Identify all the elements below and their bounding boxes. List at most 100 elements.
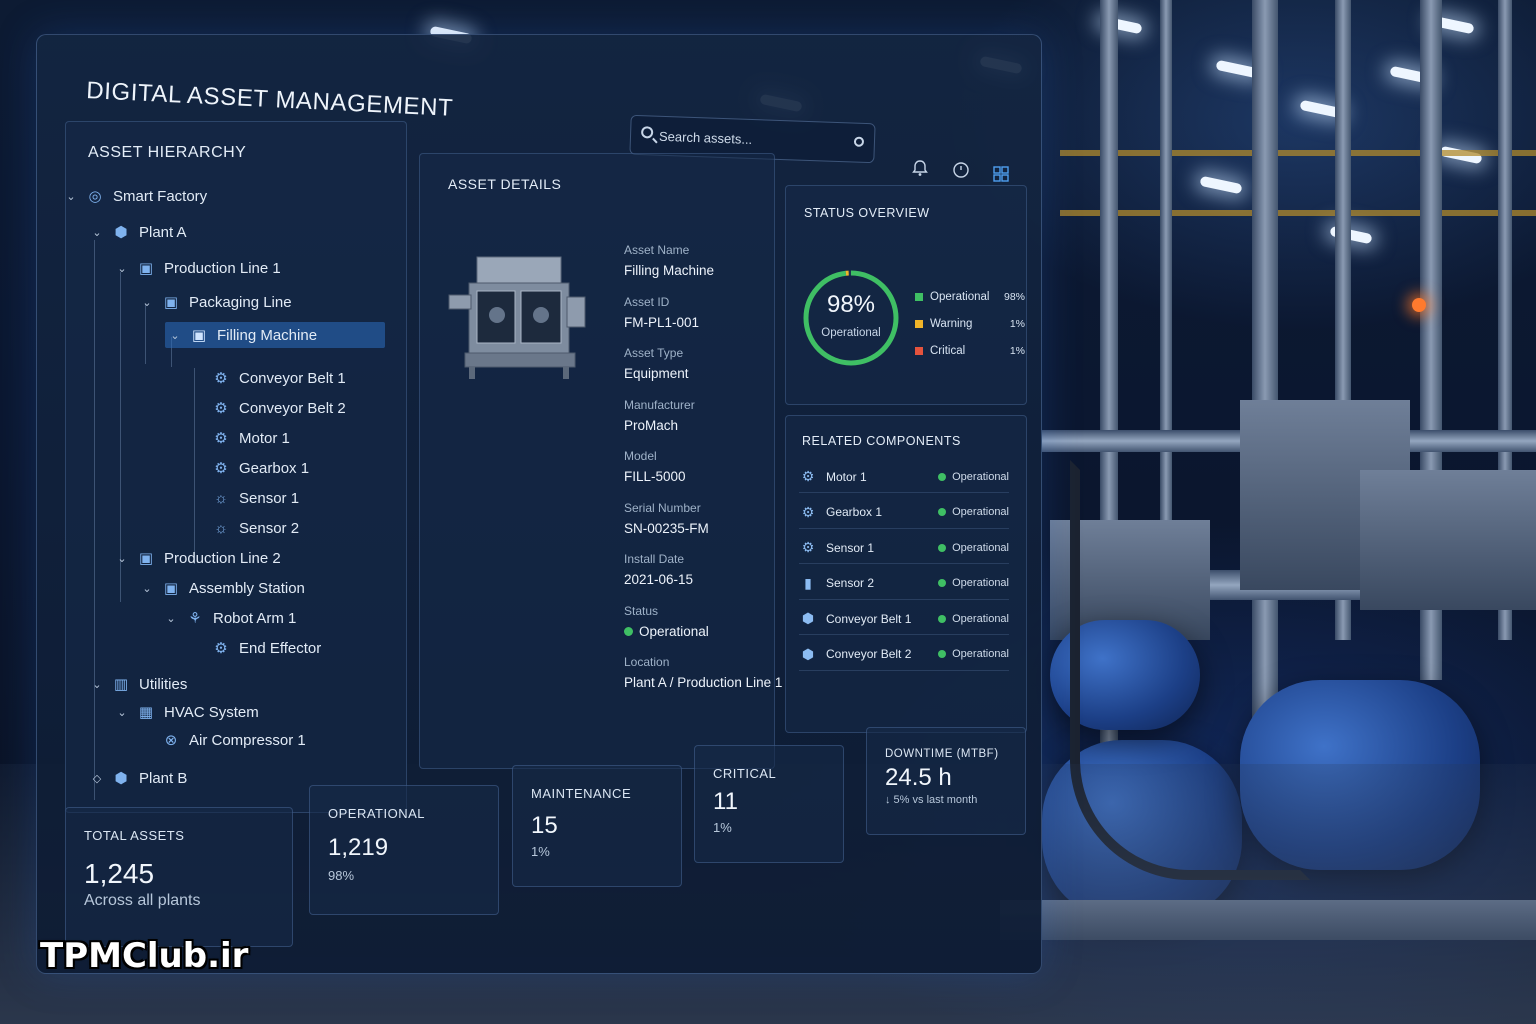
- kpi-label: DOWNTIME (MTBF): [885, 748, 999, 760]
- kpi-subtext: 1%: [713, 820, 732, 835]
- hvac-icon: ▦: [138, 704, 154, 721]
- kpi-card[interactable]: CRITICAL 11 1%: [694, 745, 844, 863]
- component-status: Operational: [938, 542, 1009, 554]
- legend-label: Warning: [930, 318, 973, 330]
- tree-item-label: Filling Machine: [217, 326, 318, 344]
- chevron-down-icon[interactable]: ⌄: [65, 190, 77, 203]
- related-component-row[interactable]: ⚙ Motor 1 Operational: [799, 461, 1009, 493]
- tree-item[interactable]: ⌄ ◎ Smart Factory: [65, 183, 207, 209]
- chevron-down-icon[interactable]: ⌄: [116, 552, 128, 565]
- kpi-label: OPERATIONAL: [328, 806, 426, 821]
- chevron-down-icon[interactable]: ⌄: [141, 582, 153, 595]
- chevron-down-icon[interactable]: ⌄: [91, 226, 103, 239]
- tree-item[interactable]: ⌄ ▣ Packaging Line: [141, 289, 291, 315]
- bell-icon[interactable]: [909, 157, 931, 179]
- tree-item[interactable]: ⚙ Conveyor Belt 1: [191, 365, 345, 391]
- search-submit-icon[interactable]: [853, 136, 865, 147]
- tree-item-label: Plant B: [139, 769, 188, 787]
- tree-item[interactable]: ⌄ ▥ Utilities: [91, 671, 187, 697]
- kpi-subtext: ↓ 5% vs last month: [885, 794, 978, 806]
- related-component-row[interactable]: ⚙ Sensor 1 Operational: [799, 532, 1009, 564]
- kpi-card[interactable]: DOWNTIME (MTBF) 24.5 h ↓ 5% vs last month: [866, 727, 1026, 835]
- line-icon: ▣: [163, 294, 179, 311]
- related-component-row[interactable]: ⬢ Conveyor Belt 2 Operational: [799, 639, 1009, 671]
- robot-arm-icon: ⚘: [188, 610, 202, 627]
- legend-item: Critical 1%: [915, 345, 1025, 357]
- kpi-card[interactable]: OPERATIONAL 1,219 98%: [309, 785, 499, 915]
- component-status-text: Operational: [952, 506, 1009, 518]
- status-dot-icon: [624, 627, 633, 637]
- tree-item-label: End Effector: [239, 639, 322, 657]
- status-text: Operational: [639, 623, 709, 639]
- component-name: Conveyor Belt 2: [826, 647, 912, 661]
- chevron-down-icon[interactable]: ⌄: [116, 706, 128, 719]
- line-icon: ▣: [138, 260, 154, 277]
- related-title: RELATED COMPONENTS: [802, 434, 961, 448]
- field-value: FM-PL1-001: [624, 314, 700, 330]
- tree-item-label: Conveyor Belt 2: [239, 399, 346, 417]
- plant-icon: ⬢: [114, 770, 128, 787]
- related-component-row[interactable]: ⚙ Gearbox 1 Operational: [799, 497, 1009, 529]
- chevron-down-icon[interactable]: ⌄: [169, 329, 181, 342]
- field-label: Install Date: [624, 552, 685, 566]
- field-label: Manufacturer: [624, 397, 695, 412]
- gear-icon: ⚙: [801, 468, 815, 484]
- tree-item-label: HVAC System: [164, 703, 259, 721]
- line-icon: ▣: [163, 580, 179, 597]
- gear-icon: ⚙: [214, 370, 228, 387]
- field-value: Operational: [624, 624, 709, 639]
- component-status-text: Operational: [952, 541, 1009, 554]
- kpi-label: CRITICAL: [713, 766, 777, 781]
- tree-item[interactable]: ⚙ End Effector: [191, 635, 321, 661]
- chevron-down-icon[interactable]: ⌄: [116, 262, 128, 275]
- grid-icon[interactable]: [990, 163, 1012, 185]
- kpi-subtext: 98%: [328, 868, 355, 883]
- tree-item[interactable]: ⊗ Air Compressor 1: [141, 727, 306, 753]
- gear-icon: ⚙: [214, 430, 228, 447]
- status-dot-icon: [938, 614, 947, 623]
- line-icon: ▣: [138, 550, 154, 567]
- component-name: Sensor 2: [826, 576, 875, 590]
- status-dot-icon: [938, 508, 947, 516]
- component-name: Sensor 1: [826, 540, 875, 555]
- field-value: SN-00235-FM: [624, 520, 709, 536]
- tree-item[interactable]: ☼ Sensor 1: [191, 485, 299, 511]
- tree-item[interactable]: ⚙ Conveyor Belt 2: [191, 395, 346, 421]
- tree-item[interactable]: ⌄ ▣ Production Line 2: [116, 545, 280, 571]
- chevron-down-icon[interactable]: ⌄: [165, 612, 177, 625]
- related-component-row[interactable]: ⬢ Conveyor Belt 1 Operational: [799, 603, 1009, 635]
- tree-item[interactable]: ◇ ⬢ Plant B: [91, 765, 188, 791]
- tree-item-label: Smart Factory: [113, 187, 208, 205]
- kpi-card[interactable]: TOTAL ASSETS 1,245 Across all plants: [65, 807, 293, 947]
- legend-value: 1%: [1009, 318, 1025, 330]
- tree-item[interactable]: ⌄ ⚘ Robot Arm 1: [165, 605, 296, 631]
- sensor-icon: ☼: [214, 519, 228, 537]
- tree-item[interactable]: ⌄ ▣ Production Line 1: [116, 255, 280, 281]
- chevron-down-icon[interactable]: ◇: [91, 772, 103, 785]
- tree-item[interactable]: ⌄ ⬢ Plant A: [91, 219, 186, 245]
- search-icon: [640, 126, 654, 139]
- gear-icon: ⚙: [214, 460, 228, 477]
- tree-item[interactable]: ⌄ ▦ HVAC System: [116, 699, 259, 725]
- kpi-card[interactable]: MAINTENANCE 15 1%: [512, 765, 682, 887]
- related-component-row[interactable]: ▮ Sensor 2 Operational: [799, 568, 1009, 600]
- tree-item[interactable]: ⌄ ▣ Assembly Station: [141, 575, 305, 601]
- plant-icon: ⬢: [114, 224, 128, 241]
- sensor-icon: ☼: [214, 489, 228, 507]
- chevron-down-icon[interactable]: ⌄: [91, 678, 103, 691]
- app-title: DIGITAL ASSET MANAGEMENT: [85, 77, 454, 122]
- tree-item[interactable]: ⚙ Gearbox 1: [191, 455, 309, 481]
- tree-item[interactable]: ☼ Sensor 2: [191, 515, 299, 541]
- tree-item-label: Assembly Station: [189, 579, 305, 597]
- tree-item-label: Utilities: [139, 675, 188, 693]
- chevron-down-icon[interactable]: ⌄: [141, 296, 153, 309]
- kpi-value: 1,219: [328, 834, 389, 861]
- clock-icon[interactable]: [950, 159, 972, 181]
- component-name: Conveyor Belt 1: [826, 611, 912, 626]
- tree-item[interactable]: ⌄ ▣ Filling Machine: [165, 322, 385, 348]
- status-dot-icon: [938, 650, 947, 658]
- tree-item[interactable]: ⚙ Motor 1: [191, 425, 290, 451]
- search-input[interactable]: [658, 125, 840, 153]
- field-label: Serial Number: [624, 500, 701, 515]
- component-status: Operational: [938, 471, 1009, 483]
